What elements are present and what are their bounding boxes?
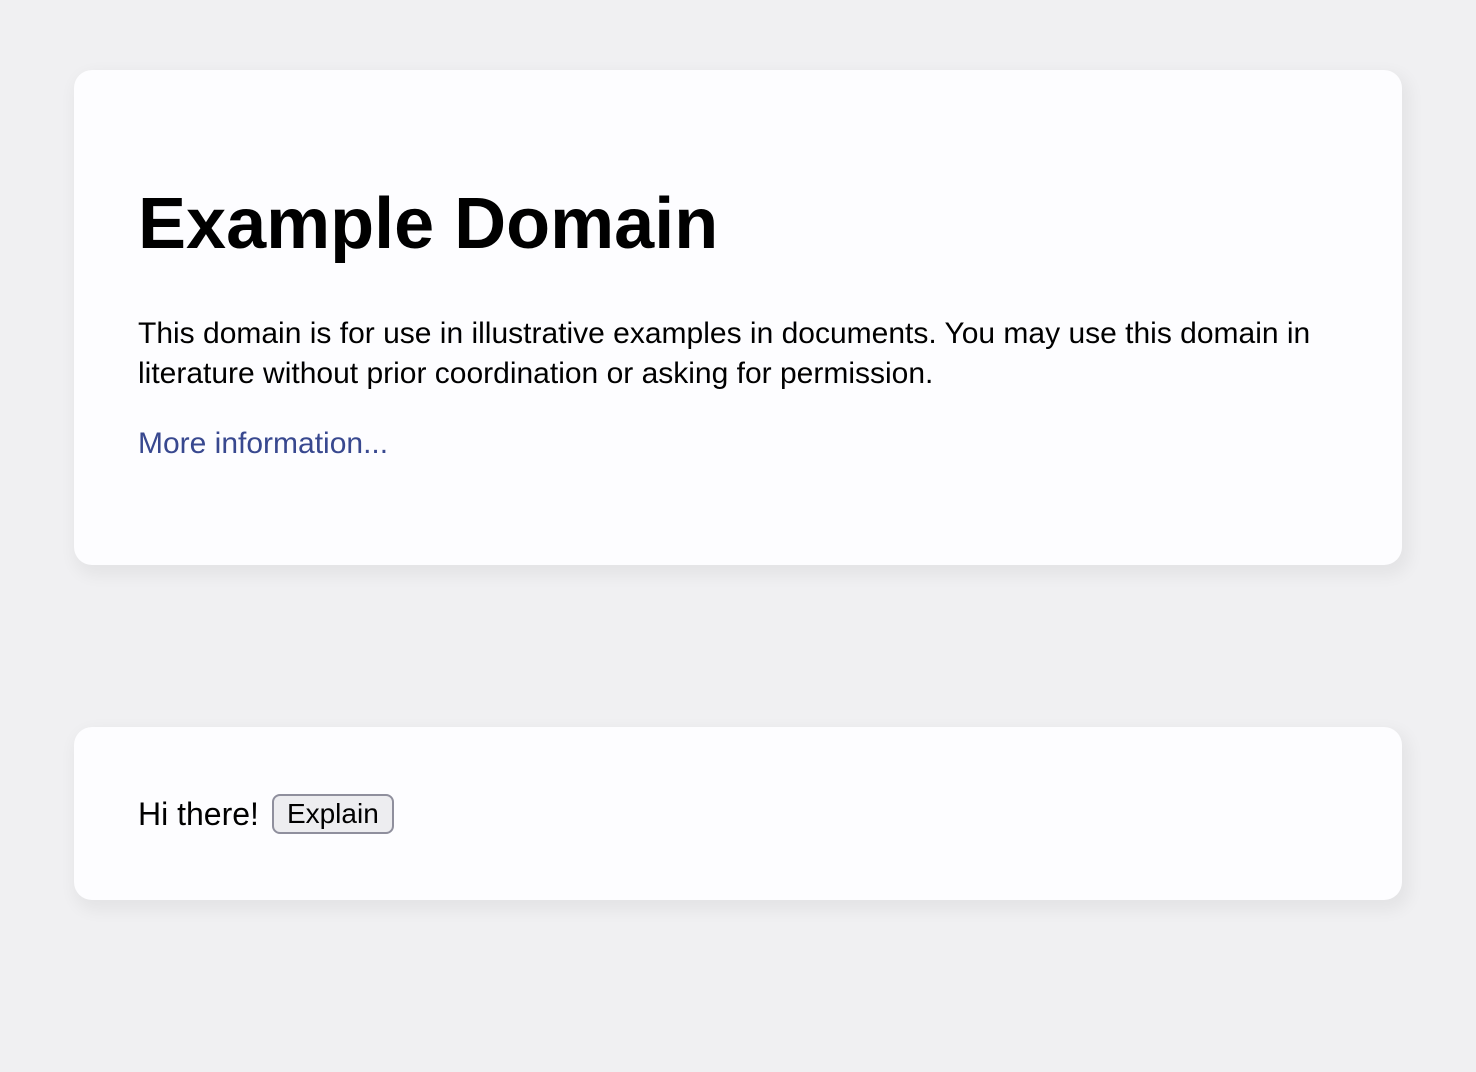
example-domain-card: Example Domain This domain is for use in… — [74, 70, 1402, 565]
greeting-text: Hi there! — [138, 794, 259, 834]
domain-description-text: This domain is for use in illustrative e… — [138, 314, 1338, 394]
page-title: Example Domain — [138, 182, 1338, 266]
greeting-widget-card: Hi there! Explain — [74, 727, 1402, 900]
more-information-row: More information... — [138, 424, 1338, 464]
more-information-link[interactable]: More information... — [138, 427, 388, 460]
explain-button[interactable]: Explain — [272, 794, 394, 834]
